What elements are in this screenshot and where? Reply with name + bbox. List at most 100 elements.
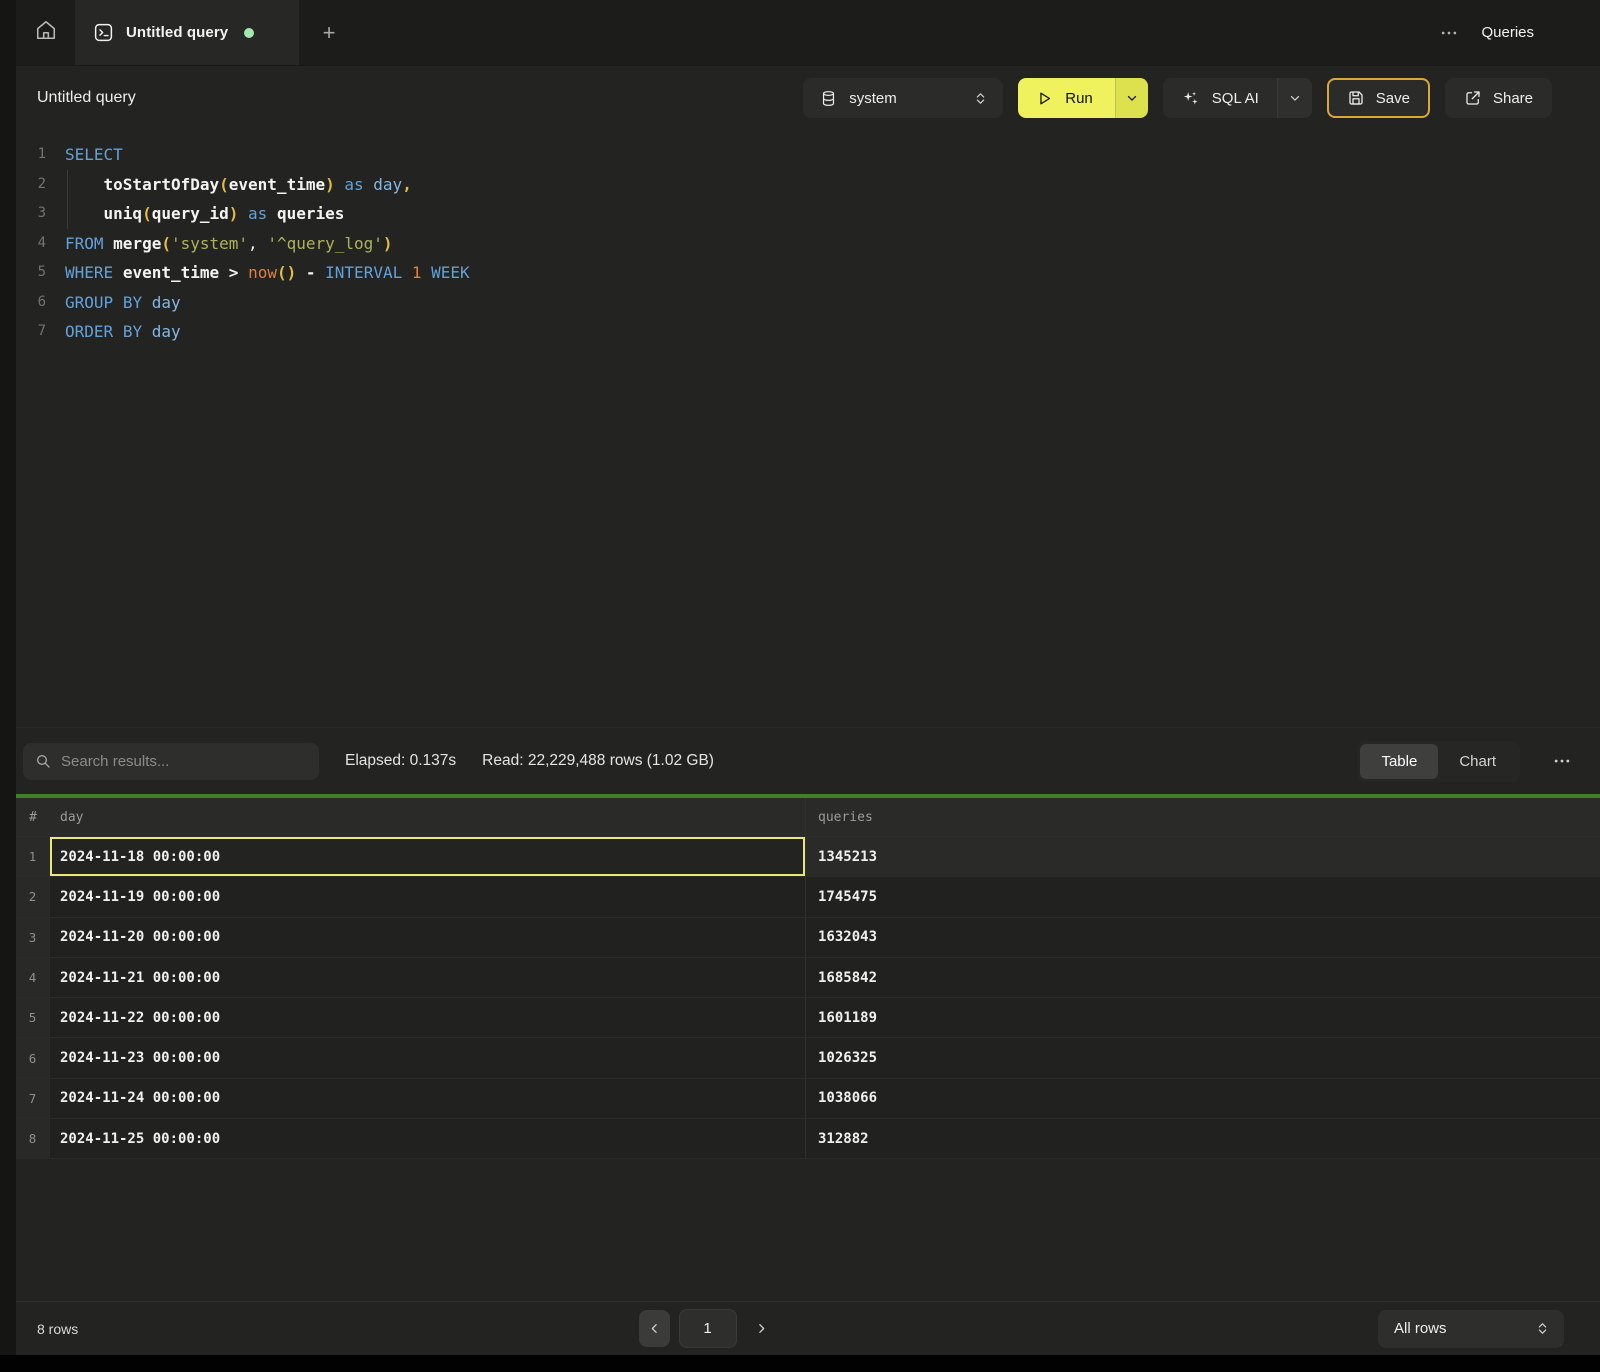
- code-line[interactable]: 3 uniq(query_id) as queries: [16, 199, 1600, 229]
- row-count: 8 rows: [37, 1321, 257, 1337]
- share-icon: [1464, 89, 1482, 107]
- sparkles-icon: [1181, 89, 1200, 108]
- line-number: 1: [16, 140, 46, 170]
- day-cell[interactable]: 2024-11-25 00:00:00: [50, 1119, 806, 1158]
- column-header-day[interactable]: day: [50, 798, 806, 836]
- day-cell[interactable]: 2024-11-22 00:00:00: [50, 998, 806, 1037]
- chevron-right-icon: [755, 1322, 768, 1335]
- results-empty-area: [16, 1159, 1600, 1301]
- tab-chart[interactable]: Chart: [1438, 744, 1517, 779]
- floppy-icon: [1347, 89, 1365, 107]
- queries-cell[interactable]: 1685842: [806, 958, 1600, 997]
- column-header-queries[interactable]: queries: [806, 798, 1600, 836]
- page-size-select[interactable]: All rows: [1378, 1310, 1564, 1348]
- unsaved-dot: [244, 28, 254, 38]
- queries-cell[interactable]: 1345213: [806, 837, 1600, 876]
- table-row[interactable]: 42024-11-21 00:00:001685842: [16, 958, 1600, 998]
- home-icon: [35, 19, 57, 46]
- line-number: 4: [16, 229, 46, 259]
- database-icon: [820, 90, 837, 107]
- row-index-cell[interactable]: 2: [16, 877, 50, 916]
- results-toolbar: Elapsed: 0.137s Read: 22,229,488 rows (1…: [16, 727, 1600, 794]
- elapsed-stat: Elapsed: 0.137s: [345, 752, 456, 770]
- run-button[interactable]: Run: [1018, 78, 1115, 118]
- table-row[interactable]: 22024-11-19 00:00:001745475: [16, 877, 1600, 917]
- line-number: 6: [16, 288, 46, 318]
- code-line[interactable]: 1SELECT: [16, 140, 1600, 170]
- sql-ai-options-button[interactable]: [1277, 78, 1312, 118]
- window-bottom-strip: [0, 1355, 1600, 1372]
- code-text: toStartOfDay(event_time) as day,: [46, 170, 412, 200]
- code-text: FROM merge('system', '^query_log'): [46, 229, 393, 259]
- line-number: 7: [16, 317, 46, 347]
- table-row[interactable]: 12024-11-18 00:00:001345213: [16, 837, 1600, 877]
- table-row[interactable]: 72024-11-24 00:00:001038066: [16, 1079, 1600, 1119]
- database-select[interactable]: system: [803, 78, 1003, 118]
- home-button[interactable]: [16, 0, 75, 65]
- tab-bar-spacer: [359, 0, 1439, 65]
- table-row[interactable]: 52024-11-22 00:00:001601189: [16, 998, 1600, 1038]
- results-search-input[interactable]: [61, 753, 307, 770]
- table-row[interactable]: 62024-11-23 00:00:001026325: [16, 1038, 1600, 1078]
- day-cell[interactable]: 2024-11-18 00:00:00: [50, 837, 806, 876]
- sql-ai-label: SQL AI: [1212, 90, 1259, 107]
- row-index-cell[interactable]: 7: [16, 1079, 50, 1118]
- day-cell[interactable]: 2024-11-23 00:00:00: [50, 1038, 806, 1077]
- query-tab[interactable]: Untitled query: [75, 0, 299, 65]
- prev-page-button[interactable]: [639, 1310, 670, 1347]
- save-button[interactable]: Save: [1327, 78, 1430, 118]
- tab-table[interactable]: Table: [1360, 744, 1438, 779]
- day-cell[interactable]: 2024-11-24 00:00:00: [50, 1079, 806, 1118]
- query-title: Untitled query: [37, 89, 136, 107]
- results-search[interactable]: [23, 743, 319, 780]
- code-text: GROUP BY day: [46, 288, 181, 318]
- run-label: Run: [1065, 90, 1093, 107]
- pagination: 1: [257, 1309, 1158, 1348]
- queries-cell[interactable]: 312882: [806, 1119, 1600, 1158]
- row-index-cell[interactable]: 1: [16, 837, 50, 876]
- queries-cell[interactable]: 1745475: [806, 877, 1600, 916]
- new-tab-button[interactable]: +: [299, 0, 359, 65]
- queries-cell[interactable]: 1632043: [806, 918, 1600, 957]
- chevron-up-down-icon: [1535, 1321, 1550, 1336]
- row-index-cell[interactable]: 8: [16, 1119, 50, 1158]
- table-row[interactable]: 82024-11-25 00:00:00312882: [16, 1119, 1600, 1159]
- queries-cell[interactable]: 1601189: [806, 998, 1600, 1037]
- current-page-button[interactable]: 1: [679, 1309, 737, 1348]
- code-line[interactable]: 7ORDER BY day: [16, 317, 1600, 347]
- results-table: # day queries 12024-11-18 00:00:00134521…: [16, 798, 1600, 1159]
- database-select-value: system: [849, 90, 961, 107]
- run-options-button[interactable]: [1115, 78, 1148, 118]
- next-page-button[interactable]: [746, 1310, 777, 1347]
- queries-link[interactable]: Queries: [1481, 24, 1534, 41]
- day-cell[interactable]: 2024-11-19 00:00:00: [50, 877, 806, 916]
- terminal-icon: [93, 22, 114, 43]
- chevron-down-icon: [1288, 91, 1302, 105]
- more-menu-icon[interactable]: [1439, 23, 1459, 43]
- day-cell[interactable]: 2024-11-20 00:00:00: [50, 918, 806, 957]
- sql-ai-button[interactable]: SQL AI: [1163, 78, 1277, 118]
- queries-cell[interactable]: 1026325: [806, 1038, 1600, 1077]
- code-line[interactable]: 6GROUP BY day: [16, 288, 1600, 318]
- code-line[interactable]: 2 toStartOfDay(event_time) as day,: [16, 170, 1600, 200]
- chevron-down-icon: [1125, 91, 1139, 105]
- row-index-cell[interactable]: 6: [16, 1038, 50, 1077]
- table-row[interactable]: 32024-11-20 00:00:001632043: [16, 918, 1600, 958]
- row-index-cell[interactable]: 5: [16, 998, 50, 1037]
- results-more-icon[interactable]: [1546, 751, 1578, 771]
- view-toggle: Table Chart: [1357, 741, 1520, 782]
- query-actions: system Run: [803, 78, 1552, 118]
- query-header: Untitled query system: [16, 66, 1600, 130]
- search-icon: [35, 753, 51, 769]
- window-left-rail: [0, 0, 16, 1355]
- chevron-left-icon: [648, 1322, 661, 1335]
- code-text: WHERE event_time > now() - INTERVAL 1 WE…: [46, 258, 470, 288]
- row-index-cell[interactable]: 4: [16, 958, 50, 997]
- share-button[interactable]: Share: [1445, 78, 1552, 118]
- row-index-cell[interactable]: 3: [16, 918, 50, 957]
- sql-editor[interactable]: 1SELECT2 toStartOfDay(event_time) as day…: [16, 130, 1600, 727]
- code-line[interactable]: 4FROM merge('system', '^query_log'): [16, 229, 1600, 259]
- day-cell[interactable]: 2024-11-21 00:00:00: [50, 958, 806, 997]
- code-line[interactable]: 5WHERE event_time > now() - INTERVAL 1 W…: [16, 258, 1600, 288]
- queries-cell[interactable]: 1038066: [806, 1079, 1600, 1118]
